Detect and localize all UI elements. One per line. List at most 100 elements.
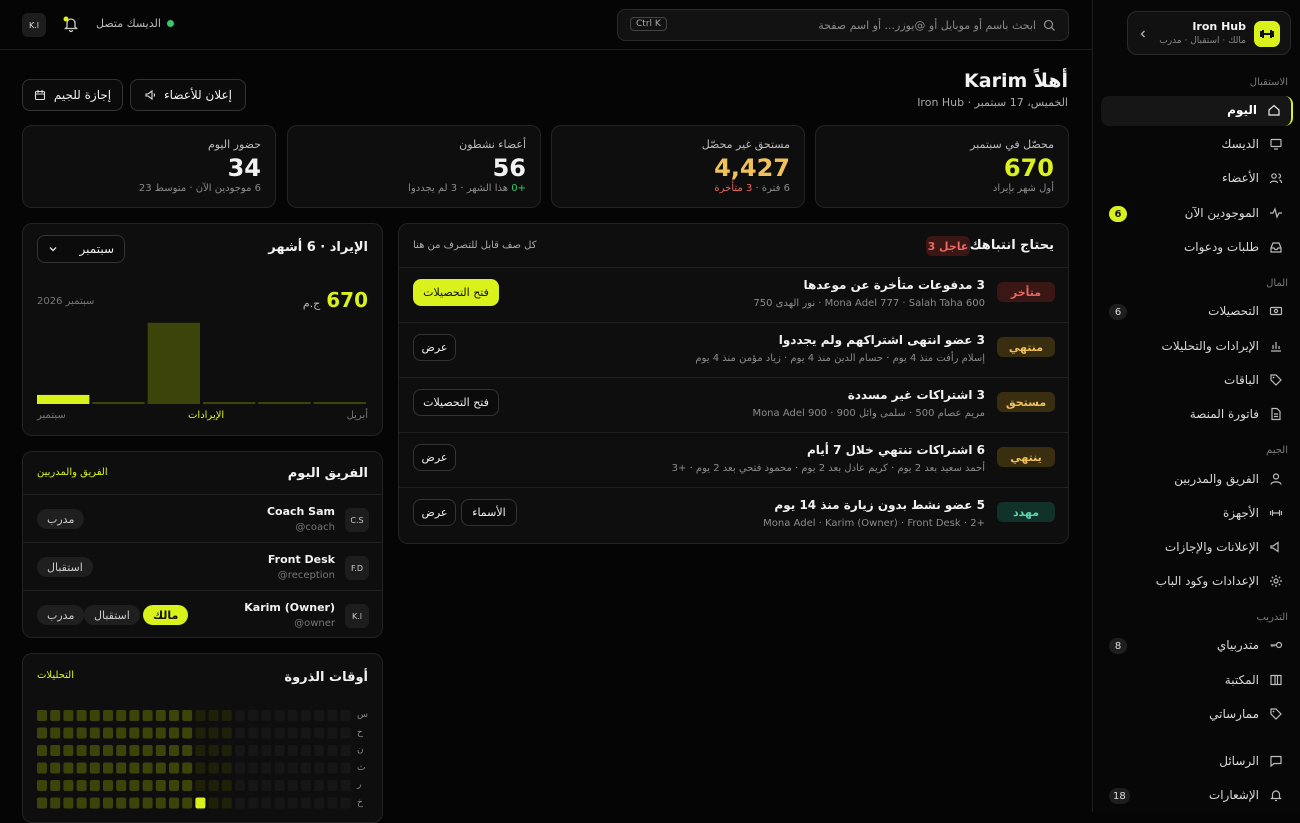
heatmap-cell	[301, 710, 311, 721]
analytics-link[interactable]: التحليلات	[37, 670, 74, 681]
attention-row: متأخر 3 مدفوعات متأخرة عن موعدها Mona Ad…	[399, 267, 1068, 322]
team-link[interactable]: الفريق والمدربين	[37, 467, 108, 478]
row-badge: مستحق	[997, 392, 1055, 412]
revenue-amount: 670 ج.م	[303, 288, 368, 312]
revenue-chart	[37, 322, 366, 404]
heatmap-cell	[142, 762, 153, 774]
home-icon	[1268, 104, 1280, 116]
sidebar-item-team[interactable]: الفريق والمدربين	[1101, 465, 1293, 495]
heatmap-cell	[169, 710, 179, 721]
search-shortcut: Ctrl K	[630, 17, 667, 31]
view-button[interactable]: عرض	[413, 334, 456, 361]
names-button[interactable]: الأسماء	[461, 499, 517, 526]
view-button[interactable]: عرض	[413, 444, 456, 471]
announce-button[interactable]: إعلان للأعضاء	[130, 79, 246, 111]
revenue-card: الإيراد · 6 أشهر سبتمبر 670 ج.م سبتمبر 2…	[22, 223, 383, 436]
heatmap-cell	[235, 710, 245, 721]
row-title: 5 عضو نشط بدون زيارة منذ 14 يوم	[774, 498, 985, 512]
heatmap-cell	[142, 710, 153, 721]
heatmap-cell	[261, 762, 272, 774]
sidebar-item-revenue[interactable]: الإيرادات والتحليلات	[1101, 332, 1293, 362]
open-collections-button[interactable]: فتح التحصيلات	[413, 279, 499, 306]
heatmap-cell	[155, 780, 166, 791]
heatmap-cell	[340, 710, 351, 721]
sidebar-item-equipment[interactable]: الأجهزة	[1101, 499, 1293, 529]
heatmap-cell	[103, 780, 113, 791]
heatmap-cell	[314, 745, 325, 756]
holiday-button[interactable]: إجازة للجيم	[22, 79, 123, 111]
gym-roles: مالك · استقبال · مدرب	[1159, 36, 1246, 46]
sidebar-item-library[interactable]: المكتبة	[1101, 666, 1293, 696]
avatar: C.S	[345, 508, 369, 532]
sidebar-item-my-trainees[interactable]: متدربياي 8	[1101, 631, 1293, 661]
heatmap-cell	[314, 727, 325, 739]
heatmap-cell	[182, 762, 193, 774]
heatmap-cell	[50, 710, 61, 721]
sidebar-item-present-now[interactable]: الموجودين الآن 6	[1101, 199, 1293, 229]
month-select[interactable]: سبتمبر	[37, 235, 125, 263]
heatmap-cell	[274, 710, 285, 721]
sidebar-item-notifications[interactable]: الإشعارات 18	[1101, 781, 1293, 811]
heatmap-cell	[195, 710, 206, 721]
sidebar-item-announcements[interactable]: الإعلانات والإجازات	[1101, 533, 1293, 563]
user-avatar[interactable]: K.ا	[22, 13, 46, 37]
heatmap-cell	[340, 762, 351, 774]
sidebar-item-requests[interactable]: طلبات ودعوات	[1101, 233, 1293, 263]
axis-label-mid: الإيرادات	[188, 410, 225, 421]
sidebar-item-members[interactable]: الأعضاء	[1101, 164, 1293, 194]
sidebar-item-collections[interactable]: التحصيلات 6	[1101, 297, 1293, 327]
heatmap-cell	[76, 727, 87, 739]
sidebar-item-messages[interactable]: الرسائل	[1101, 747, 1293, 777]
page-title: أهلاً Karim	[964, 70, 1068, 92]
tag-icon	[1270, 708, 1282, 720]
heatmap-cell	[287, 762, 298, 774]
heatmap-cell	[314, 780, 325, 791]
member-name: Karim (Owner)	[244, 601, 335, 614]
sidebar-item-desk[interactable]: الديسك	[1101, 130, 1293, 160]
search-icon	[1043, 19, 1056, 32]
day-label: ر	[357, 780, 362, 790]
sidebar-item-settings[interactable]: الإعدادات وكود الباب	[1101, 567, 1293, 597]
row-badge: منتهي	[997, 337, 1055, 357]
calendar-icon	[34, 90, 45, 101]
sidebar-item-today[interactable]: اليوم	[1101, 96, 1293, 126]
heatmap-cell	[261, 727, 272, 739]
heatmap-cell	[340, 727, 351, 739]
heatmap-cell	[274, 745, 285, 756]
sidebar-item-label: الأجهزة	[1222, 506, 1259, 520]
role-chip: استقبال	[37, 557, 93, 577]
revenue-bar	[37, 394, 90, 404]
search-bar[interactable]: ابحث باسم أو موبايل أو @يوزر... أو اسم ص…	[617, 9, 1069, 41]
gym-switcher[interactable]: Iron Hub مالك · استقبال · مدرب	[1127, 11, 1291, 55]
heatmap-cell	[37, 780, 47, 791]
sidebar-item-plans[interactable]: الباقات	[1101, 366, 1293, 396]
count-badge: 18	[1109, 788, 1130, 804]
revenue-period: سبتمبر 2026	[37, 296, 95, 307]
holiday-label: إجازة للجيم	[53, 88, 112, 102]
desk-status-label: الديسك متصل	[96, 17, 161, 30]
view-button[interactable]: عرض	[413, 499, 456, 526]
heatmap-cell	[208, 780, 219, 791]
settings-icon	[1270, 575, 1282, 587]
revenue-bar	[313, 402, 366, 404]
sidebar-item-my-practices[interactable]: ممارساتي	[1101, 700, 1293, 730]
heatmap-cell	[195, 780, 206, 791]
open-collections-button[interactable]: فتح التحصيلات	[413, 389, 499, 416]
dumbbell-icon	[1260, 30, 1274, 38]
sidebar-item-label: المكتبة	[1224, 673, 1259, 687]
search-input[interactable]: ابحث باسم أو موبايل أو @يوزر... أو اسم ص…	[818, 19, 1036, 32]
sidebar-item-label: الموجودين الآن	[1184, 206, 1259, 220]
key-icon	[1270, 641, 1283, 649]
heatmap-cell	[235, 727, 245, 739]
status-dot	[166, 20, 174, 27]
inbox-icon	[1270, 242, 1282, 253]
heatmap-cell	[63, 797, 74, 809]
heatmap-cell	[221, 727, 232, 739]
member-handle: @reception	[277, 570, 335, 581]
heatmap-cell	[103, 745, 113, 756]
sidebar-item-label: ممارساتي	[1209, 707, 1259, 721]
sidebar-item-platform-invoice[interactable]: فاتورة المنصة	[1101, 400, 1293, 430]
heatmap-cell	[103, 762, 113, 774]
notification-bell-icon[interactable]	[62, 15, 80, 33]
member-handle: @owner	[294, 618, 335, 629]
